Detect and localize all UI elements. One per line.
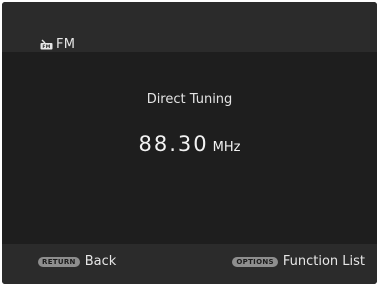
direct-tuning-label: Direct Tuning	[146, 92, 233, 107]
frequency-value: 88.30	[138, 132, 209, 156]
tuner-screen: FM FM Direct Tuning 88.30 MHz RETURN Back…	[2, 2, 377, 284]
options-key-badge: OPTIONS	[232, 256, 278, 267]
return-key-badge: RETURN	[38, 256, 80, 267]
footer-bar: RETURN Back OPTIONS Function List	[2, 244, 377, 284]
main-panel: Direct Tuning 88.30 MHz	[2, 52, 377, 244]
back-label: Back	[84, 254, 117, 269]
source-title: FM FM	[40, 37, 75, 52]
radio-icon: FM	[40, 39, 53, 50]
function-list-button[interactable]: OPTIONS Function List	[232, 254, 365, 269]
frequency-unit: MHz	[212, 140, 241, 155]
header-bar: FM FM	[2, 2, 377, 52]
frequency-display: 88.30 MHz	[2, 132, 377, 156]
function-list-label: Function List	[282, 254, 365, 269]
svg-text:FM: FM	[42, 44, 50, 50]
back-button[interactable]: RETURN Back	[38, 254, 116, 269]
source-label: FM	[56, 37, 76, 52]
